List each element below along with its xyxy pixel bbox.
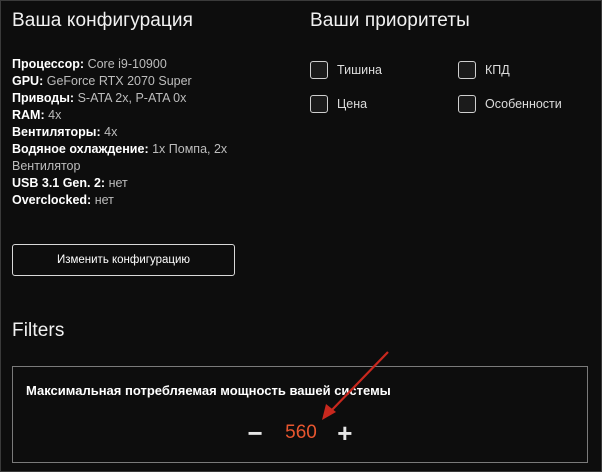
priority-checkbox[interactable] [310,95,328,113]
spec-overclocked: Overclocked: нет [12,192,262,209]
priority-label: Цена [337,97,368,111]
spec-usb: USB 3.1 Gen. 2: нет [12,175,262,192]
priority-features[interactable]: Особенности [458,95,562,113]
filters-title: Filters [12,320,65,341]
priority-label: Тишина [337,63,382,77]
spec-label: GPU: [12,74,44,88]
priority-checkbox[interactable] [458,95,476,113]
power-value: 560 [285,422,317,443]
spec-label: Overclocked: [12,193,92,207]
spec-label: Приводы: [12,91,75,105]
spec-label: Вентиляторы: [12,125,101,139]
spec-label: RAM: [12,108,45,122]
priority-label: Особенности [485,97,562,111]
config-spec-list: Процессор: Core i9-10900 GPU: GeForce RT… [12,56,262,209]
spec-drives: Приводы: S-ATA 2x, P-ATA 0x [12,90,262,107]
priorities-title: Ваши приоритеты [310,10,470,31]
spec-value: нет [108,176,128,190]
config-title: Ваша конфигурация [12,10,193,31]
power-filter-label: Максимальная потребляемая мощность вашей… [26,383,391,398]
priority-silence[interactable]: Тишина [310,61,382,79]
priority-checkbox[interactable] [458,61,476,79]
spec-cpu: Процессор: Core i9-10900 [12,56,262,73]
power-stepper: − 560 + [13,420,587,446]
spec-label: Процессор: [12,57,85,71]
power-filter-panel: Максимальная потребляемая мощность вашей… [12,366,588,463]
priority-price[interactable]: Цена [310,95,367,113]
spec-gpu: GPU: GeForce RTX 2070 Super [12,73,262,90]
increment-button[interactable]: + [335,420,355,446]
spec-fans: Вентиляторы: 4x [12,124,262,141]
priority-checkbox[interactable] [310,61,328,79]
spec-value: 4x [48,108,62,122]
spec-label: USB 3.1 Gen. 2: [12,176,106,190]
spec-water-cooling: Водяное охлаждение: 1x Помпа, 2x Вентиля… [12,141,262,175]
spec-value: GeForce RTX 2070 Super [46,74,192,88]
priority-label: КПД [485,63,510,77]
decrement-button[interactable]: − [245,420,265,446]
spec-value: 4x [104,125,118,139]
change-config-button[interactable]: Изменить конфигурацию [12,244,235,276]
spec-value: Core i9-10900 [87,57,167,71]
spec-ram: RAM: 4x [12,107,262,124]
spec-label: Водяное охлаждение: [12,142,149,156]
priority-efficiency[interactable]: КПД [458,61,510,79]
spec-value: S-ATA 2x, P-ATA 0x [77,91,187,105]
spec-value: нет [94,193,114,207]
